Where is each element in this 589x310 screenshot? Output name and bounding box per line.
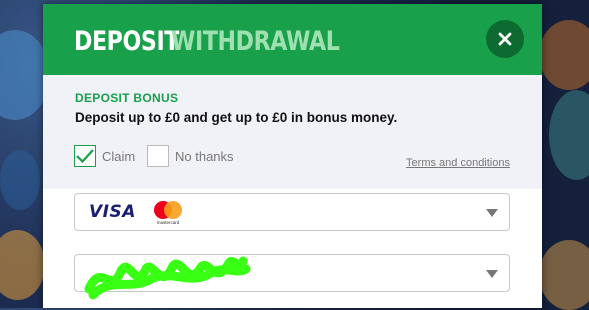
checkmark-icon: [76, 149, 94, 164]
claim-option[interactable]: Claim: [74, 145, 135, 167]
claim-checkbox[interactable]: [74, 145, 96, 167]
bonus-panel: DEPOSIT BONUS Deposit up to £0 and get u…: [43, 75, 542, 189]
account-select[interactable]: [74, 254, 510, 300]
deposit-modal: DEPOSIT WITHDRAWAL DEPOSIT BONUS Deposit…: [43, 4, 542, 308]
bonus-description: Deposit up to £0 and get up to £0 in bon…: [75, 110, 398, 125]
visa-logo: VISA: [89, 202, 136, 222]
tab-withdrawal[interactable]: WITHDRAWAL: [171, 26, 340, 57]
no-thanks-option[interactable]: No thanks: [147, 145, 234, 167]
background-blob: [549, 90, 589, 180]
chevron-down-icon: [486, 270, 498, 278]
close-icon: [498, 32, 512, 46]
no-thanks-label: No thanks: [175, 148, 234, 164]
background-blob: [539, 240, 589, 310]
close-button[interactable]: [486, 20, 524, 58]
terms-link[interactable]: Terms and conditions: [406, 157, 510, 169]
bonus-title: DEPOSIT BONUS: [75, 91, 179, 105]
mastercard-wordmark: mastercard: [157, 220, 180, 225]
background-blob: [539, 20, 589, 90]
claim-label: Claim: [102, 148, 136, 164]
background-blob: [0, 150, 40, 210]
modal-header: DEPOSIT WITHDRAWAL: [43, 4, 542, 75]
payment-method-select[interactable]: VISA mastercard: [74, 193, 510, 231]
background-blob: [0, 230, 45, 300]
redaction-scribble: [84, 256, 251, 300]
mastercard-logo: mastercard: [154, 201, 182, 225]
no-thanks-checkbox[interactable]: [147, 145, 169, 167]
tab-deposit[interactable]: DEPOSIT: [74, 26, 179, 57]
chevron-down-icon: [486, 209, 498, 217]
